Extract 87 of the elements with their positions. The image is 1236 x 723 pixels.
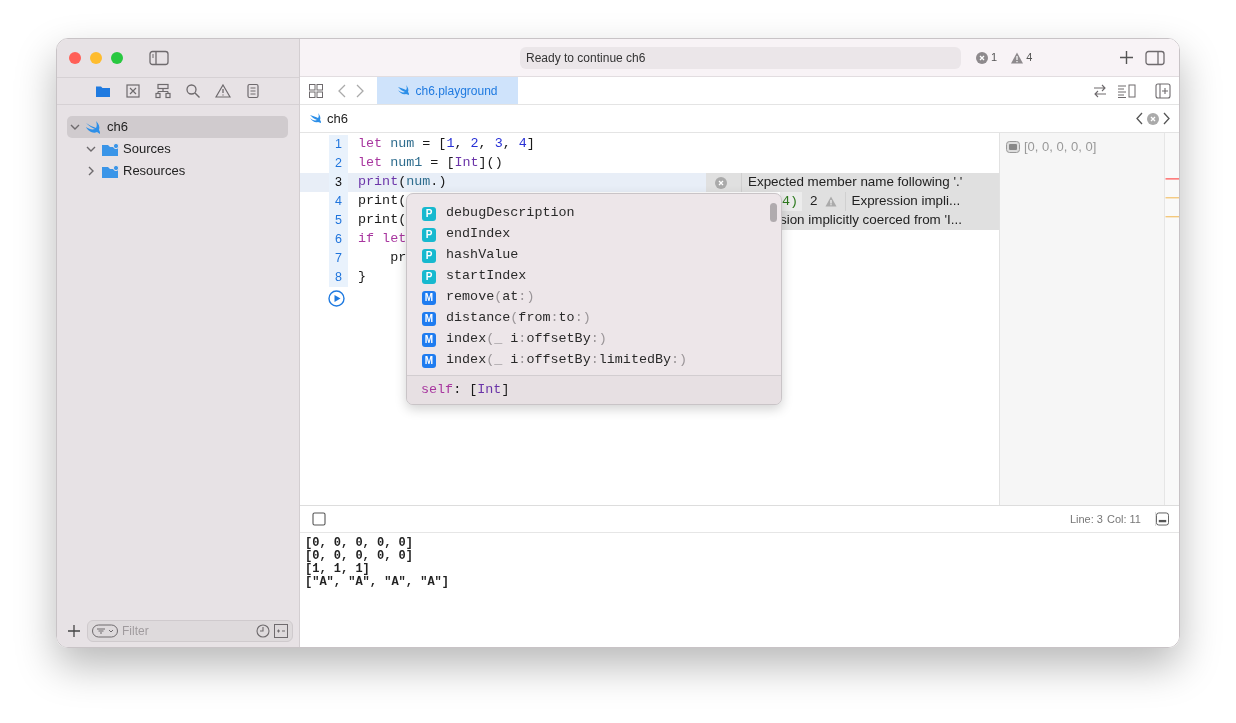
- bird-icon: [85, 120, 101, 134]
- completion-item[interactable]: M distance(from:to:): [407, 308, 781, 329]
- completion-item[interactable]: P hashValue: [407, 245, 781, 266]
- next-issue-icon[interactable]: [1162, 112, 1171, 125]
- add-editor-icon[interactable]: [1155, 82, 1171, 99]
- error-count: 1: [991, 50, 998, 66]
- back-icon[interactable]: [337, 83, 347, 98]
- completion-item[interactable]: P startIndex: [407, 266, 781, 287]
- kind-badge: M: [422, 290, 436, 305]
- breadcrumb-item[interactable]: ch6: [309, 108, 348, 129]
- code-line: print(: [358, 212, 407, 228]
- clock-icon[interactable]: [256, 623, 270, 638]
- line-number: 3: [329, 173, 348, 192]
- warning-count: 4: [1026, 50, 1033, 66]
- completion-item[interactable]: M index(_ i:offsetBy:): [407, 329, 781, 350]
- panel-toggle-icon[interactable]: [1155, 512, 1169, 526]
- line-number: 6: [329, 230, 348, 249]
- line-number: 1: [329, 135, 348, 154]
- tree-item[interactable]: ch6: [67, 116, 288, 138]
- code-line: let num1 = [Int](): [358, 155, 503, 171]
- activity-status: Ready to continue ch6: [520, 46, 961, 69]
- code-line: pr: [389, 250, 407, 266]
- code-line: let num = [1, 2, 3, 4]: [358, 136, 535, 152]
- issue-count: 2: [810, 192, 818, 211]
- line-number: 5: [329, 211, 348, 230]
- add-button[interactable]: [68, 624, 80, 637]
- run-button[interactable]: [328, 290, 345, 307]
- folder-icon: [101, 163, 119, 179]
- filter-field[interactable]: Filter: [87, 619, 293, 642]
- list-icon[interactable]: [245, 83, 261, 99]
- error-icon: [976, 51, 988, 64]
- warning-message: Expression impli...: [850, 192, 961, 211]
- filter-input[interactable]: Filter: [122, 621, 252, 640]
- search-icon[interactable]: [185, 83, 201, 99]
- line-number: 2: [329, 154, 348, 173]
- previous-issue-icon[interactable]: [1135, 112, 1144, 125]
- hierarchy-icon[interactable]: [155, 83, 171, 99]
- result-value: [0, 0, 0, 0, 0]: [1024, 138, 1097, 156]
- warning-icon: [1011, 51, 1024, 64]
- minimap-toggle-icon[interactable]: [1117, 83, 1137, 98]
- bird-icon: [397, 85, 411, 96]
- console-line: ["A", "A", "A", "A"]: [305, 576, 451, 589]
- completion-item[interactable]: M remove(at:): [407, 287, 781, 308]
- code-line: }: [358, 269, 367, 285]
- inspector-toggle-icon[interactable]: [1145, 49, 1166, 66]
- code-line: print(num.): [358, 174, 447, 190]
- error-icon: [715, 176, 727, 189]
- swap-arrows-icon[interactable]: [1093, 83, 1107, 98]
- tree-item[interactable]: Sources: [67, 138, 288, 160]
- kind-badge: P: [422, 227, 436, 242]
- kind-badge: M: [422, 353, 436, 368]
- x-square-icon[interactable]: [125, 83, 141, 99]
- console-toggle-icon[interactable]: [312, 512, 326, 526]
- console-line: [1, 1, 1]: [305, 563, 371, 576]
- kind-badge: P: [422, 269, 436, 284]
- cursor-column: Col: 11: [1106, 510, 1141, 528]
- kind-badge: M: [422, 311, 436, 326]
- console-line: [0, 0, 0, 0, 0]: [305, 537, 415, 550]
- sidebar-toggle-icon[interactable]: [149, 50, 169, 66]
- warning-icon: [824, 196, 837, 207]
- code-line: if let: [358, 231, 407, 247]
- grid-icon[interactable]: [309, 83, 323, 98]
- line-number: 8: [329, 268, 348, 287]
- diff-icon[interactable]: [274, 623, 288, 638]
- kind-badge: P: [422, 248, 436, 263]
- tree-item[interactable]: Resources: [67, 160, 288, 182]
- completion-item[interactable]: P debugDescription: [407, 203, 781, 224]
- close-button[interactable]: [69, 52, 81, 64]
- completion-footer: self: [Int]: [407, 375, 781, 404]
- console-line: [0, 0, 0, 0, 0]: [305, 550, 415, 563]
- completion-item[interactable]: M index(_ i:offsetBy:limitedBy:): [407, 350, 781, 371]
- code-fragment: 4): [780, 192, 803, 211]
- line-number: 4: [329, 192, 348, 211]
- completion-item[interactable]: P endIndex: [407, 224, 781, 245]
- line-number: 7: [329, 249, 348, 268]
- forward-icon[interactable]: [355, 83, 365, 98]
- code-line: print(: [358, 193, 407, 209]
- cursor-line: Line: 3: [1069, 511, 1103, 527]
- folder-icon: [101, 141, 119, 157]
- kind-badge: P: [422, 206, 436, 221]
- kind-badge: M: [422, 332, 436, 347]
- result-icon[interactable]: [1006, 140, 1020, 153]
- plus-icon[interactable]: [1120, 51, 1134, 64]
- warning-icon[interactable]: [215, 83, 231, 99]
- bird-icon: [309, 113, 322, 124]
- filter-menu-icon[interactable]: [92, 623, 118, 638]
- scrollbar-thumb[interactable]: [770, 203, 777, 222]
